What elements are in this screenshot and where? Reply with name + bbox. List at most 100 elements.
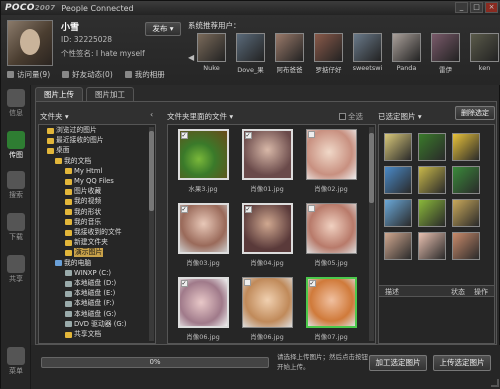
selected-thumbnail[interactable] (452, 166, 480, 194)
recommended-user-photo[interactable] (314, 33, 343, 62)
selected-thumbnail[interactable] (384, 232, 412, 260)
recommended-user-photo[interactable] (470, 33, 499, 62)
recommended-user-photo[interactable] (353, 33, 382, 62)
recommended-user[interactable]: 阿布爸爸 (274, 33, 305, 74)
thumbnail-image[interactable]: ✓ (177, 203, 229, 254)
recommended-user[interactable]: Dove_果 (235, 33, 266, 74)
nav-item-0[interactable]: 信息 (3, 89, 29, 118)
resize-grip[interactable] (491, 379, 499, 387)
tree-item[interactable]: 图片收藏 (65, 187, 101, 196)
tree-item[interactable]: 本地磁盘 (F:) (65, 299, 114, 308)
nav-item-5[interactable]: 菜单 (3, 347, 29, 376)
tree-item[interactable]: 本地磁盘 (G:) (65, 310, 116, 319)
recommended-user-photo[interactable] (431, 33, 460, 62)
file-thumbnail[interactable]: ✓ 肖像07.jpg (300, 277, 362, 343)
file-checkbox[interactable] (307, 205, 315, 212)
select-all-checkbox[interactable]: 全选 (339, 111, 363, 122)
file-checkbox[interactable]: ✓ (244, 132, 252, 139)
recommended-user[interactable]: ken (469, 33, 500, 74)
selected-thumbnail[interactable] (452, 199, 480, 227)
close-button[interactable]: × (485, 2, 498, 13)
file-thumbnail[interactable]: 肖像02.jpg (300, 129, 362, 199)
edit-selected-button[interactable]: 加工选定图片 (369, 355, 427, 371)
file-checkbox[interactable]: ✓ (180, 132, 188, 139)
title-bar[interactable]: POCO2007 People Connected _ □ × (1, 1, 500, 15)
chevron-left-icon[interactable]: ‹ (150, 110, 153, 119)
tree-scrollbar[interactable] (149, 127, 154, 341)
recommended-user-photo[interactable] (236, 33, 265, 62)
tree-item[interactable]: 共享文档 (65, 330, 101, 339)
selected-thumbnail[interactable] (418, 166, 446, 194)
file-thumbnail[interactable]: ✓ 肖像03.jpg (172, 203, 234, 273)
selected-thumbnail[interactable] (384, 166, 412, 194)
file-thumbnail[interactable]: ✓ 肖像01.jpg (236, 129, 298, 199)
tree-item[interactable]: 最近接收的图片 (47, 136, 104, 145)
selected-thumbnail[interactable] (418, 232, 446, 260)
thumbnail-image[interactable]: ✓ (177, 129, 229, 180)
file-checkbox[interactable]: ✓ (244, 206, 252, 213)
selected-thumbnail[interactable] (418, 199, 446, 227)
nav-item-1[interactable]: 传图 (3, 131, 29, 160)
thumbnail-image[interactable] (305, 129, 357, 180)
tree-item[interactable]: 我的电脑 (55, 259, 91, 268)
thumbnail-image[interactable]: ✓ (305, 277, 357, 328)
friends-activity-link[interactable]: 好友动态(0) (62, 69, 113, 80)
maximize-button[interactable]: □ (470, 2, 483, 13)
publish-button[interactable]: 发布 ▾ (145, 22, 181, 36)
nav-item-3[interactable]: 下载 (3, 213, 29, 242)
recommended-user-photo[interactable] (197, 33, 226, 62)
file-thumbnail[interactable]: ✓ 肖像06.jpg (172, 277, 234, 343)
file-scrollbar[interactable] (369, 127, 374, 341)
thumbnail-image[interactable] (305, 203, 357, 254)
selected-thumbnail[interactable] (452, 232, 480, 260)
chevron-left-icon[interactable]: ◀ (188, 53, 194, 62)
recommended-user-photo[interactable] (275, 33, 304, 62)
file-thumbnail[interactable]: ✓ 水果3.jpg (172, 129, 234, 199)
recommended-user[interactable]: sweetswi (352, 33, 383, 74)
my-album-link[interactable]: 我的相册 (124, 69, 165, 80)
thumbnail-image[interactable]: ✓ (241, 129, 293, 180)
tree-item[interactable]: 我的视频 (65, 197, 101, 206)
tree-item[interactable]: 本地磁盘 (E:) (65, 289, 115, 298)
tree-item[interactable]: 我的形状 (65, 208, 101, 217)
tree-item[interactable]: My QQ Files (65, 177, 114, 186)
recommended-user[interactable]: Panda (391, 33, 422, 74)
tree-item[interactable]: WINXP (C:) (65, 269, 111, 278)
selected-thumbnail[interactable] (452, 133, 480, 161)
file-checkbox[interactable]: ✓ (180, 206, 188, 213)
delete-selected-button[interactable]: 删除选定 (455, 106, 495, 120)
tree-item[interactable]: 我的音乐 (65, 218, 101, 227)
visits-link[interactable]: 访问量(9) (7, 69, 50, 80)
recommended-user[interactable]: Nuke (196, 33, 227, 74)
file-checkbox[interactable] (307, 131, 315, 138)
tree-item[interactable]: 我的文档 (55, 157, 91, 166)
tree-item[interactable]: 本地磁盘 (D:) (65, 279, 116, 288)
thumbnail-image[interactable] (241, 277, 293, 328)
upload-selected-button[interactable]: 上传选定图片 (433, 355, 491, 371)
user-signature[interactable]: 个性签名: I hate myself (61, 48, 145, 59)
recommended-user[interactable]: 罗掂仔好 (313, 33, 344, 74)
selected-thumbnail[interactable] (418, 133, 446, 161)
recommended-user[interactable]: 雷伊 (430, 33, 461, 74)
avatar[interactable] (7, 20, 53, 66)
nav-item-2[interactable]: 搜索 (3, 171, 29, 200)
minimize-button[interactable]: _ (455, 2, 468, 13)
tree-item[interactable]: DVD 驱动器 (G:) (65, 320, 127, 329)
selected-thumbnail[interactable] (384, 133, 412, 161)
selected-thumbnail[interactable] (384, 199, 412, 227)
recommended-user-photo[interactable] (392, 33, 421, 62)
thumbnail-image[interactable]: ✓ (241, 203, 293, 254)
tree-item[interactable]: 新建文件夹 (65, 238, 108, 247)
file-checkbox[interactable] (243, 279, 251, 286)
file-checkbox[interactable]: ✓ (180, 280, 188, 287)
thumbnail-image[interactable]: ✓ (177, 277, 229, 328)
file-checkbox[interactable]: ✓ (308, 280, 316, 287)
tree-item[interactable]: 演示图片 (65, 248, 104, 258)
tab-upload[interactable]: 图片上传 (35, 87, 83, 101)
tree-item[interactable]: 我接收到的文件 (65, 228, 122, 237)
file-thumbnail[interactable]: 肖像05.jpg (300, 203, 362, 273)
tab-edit[interactable]: 图片加工 (86, 87, 134, 101)
tree-item[interactable]: 桌面 (47, 146, 70, 155)
tree-item[interactable]: My Html (65, 167, 102, 176)
tree-item[interactable]: 浏览过的图片 (47, 126, 97, 135)
